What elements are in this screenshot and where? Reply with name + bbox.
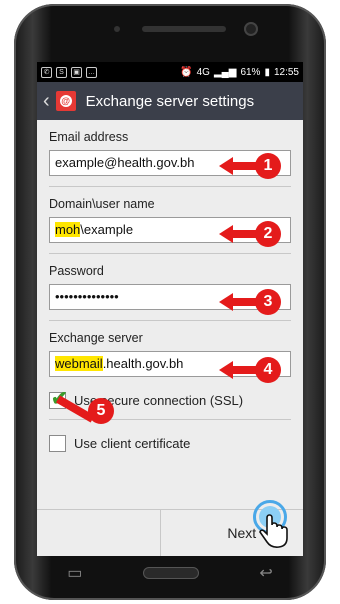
domain-highlight: moh [55, 222, 81, 237]
clock: 12:55 [273, 66, 299, 78]
page-title: Exchange server settings [85, 92, 255, 110]
action-bar: ‹ @ Exchange server settings [37, 82, 303, 120]
annotation-arrow-4: 4 [219, 357, 281, 383]
annotation-number: 2 [255, 221, 281, 247]
image-icon: ▣ [71, 66, 82, 78]
divider [49, 186, 291, 187]
annotation-arrow-2: 2 [219, 221, 281, 247]
annotation-arrow-1: 1 [219, 153, 281, 179]
annotation-number: 4 [255, 357, 281, 383]
server-label: Exchange server [49, 331, 143, 345]
password-value: •••••••••••••• [55, 289, 119, 304]
server-highlight: webmail [55, 356, 103, 371]
signal-icon: ▂▄▆ [213, 66, 237, 78]
domain-label: Domain\user name [49, 197, 155, 211]
next-label: Next [227, 525, 257, 541]
speaker-grille [142, 26, 226, 32]
client-cert-row[interactable]: Use client certificate [49, 432, 291, 454]
whatsapp-icon: ✆ [41, 66, 52, 78]
back-chevron-icon[interactable]: ‹ [43, 91, 50, 111]
battery-icon: ▮ [264, 66, 270, 78]
divider [49, 253, 291, 254]
footer-left-empty [37, 510, 161, 556]
hardware-nav-bar: ▭ ↩ [37, 558, 303, 588]
home-button[interactable] [142, 567, 199, 579]
annotation-number-5: 5 [88, 398, 114, 424]
network-label: 4G [196, 66, 210, 78]
front-camera [244, 22, 258, 36]
annotation-number: 1 [255, 153, 281, 179]
ssl-row[interactable]: ✔ Use secure connection (SSL) [49, 388, 291, 411]
password-label: Password [49, 264, 104, 278]
client-cert-checkbox[interactable] [49, 434, 66, 452]
alarm-icon: ⏰ [180, 66, 193, 78]
email-app-icon: @ [55, 91, 76, 111]
client-cert-label: Use client certificate [74, 435, 191, 451]
status-right: ⏰ 4G ▂▄▆ 61% ▮ 12:55 [180, 67, 299, 78]
email-value: example@health.gov.bh [55, 155, 195, 170]
hand-pointer-icon [259, 514, 288, 548]
username-value: \example [80, 222, 134, 237]
status-bar: ✆ S ▣ … ⏰ 4G ▂▄▆ 61% ▮ 12:55 [37, 62, 303, 82]
recent-apps-icon[interactable]: ▭ [67, 563, 82, 583]
back-key-icon[interactable]: ↩ [259, 563, 272, 583]
skype-icon: S [56, 66, 67, 78]
annotation-number: 3 [255, 289, 281, 315]
server-value: .health.gov.bh [102, 356, 184, 371]
email-label: Email address [49, 130, 129, 144]
annotation-arrow-3: 3 [219, 289, 281, 315]
sensor [114, 26, 120, 32]
chat-icon: … [86, 66, 97, 78]
divider [49, 320, 291, 321]
battery-percent: 61% [240, 66, 261, 78]
